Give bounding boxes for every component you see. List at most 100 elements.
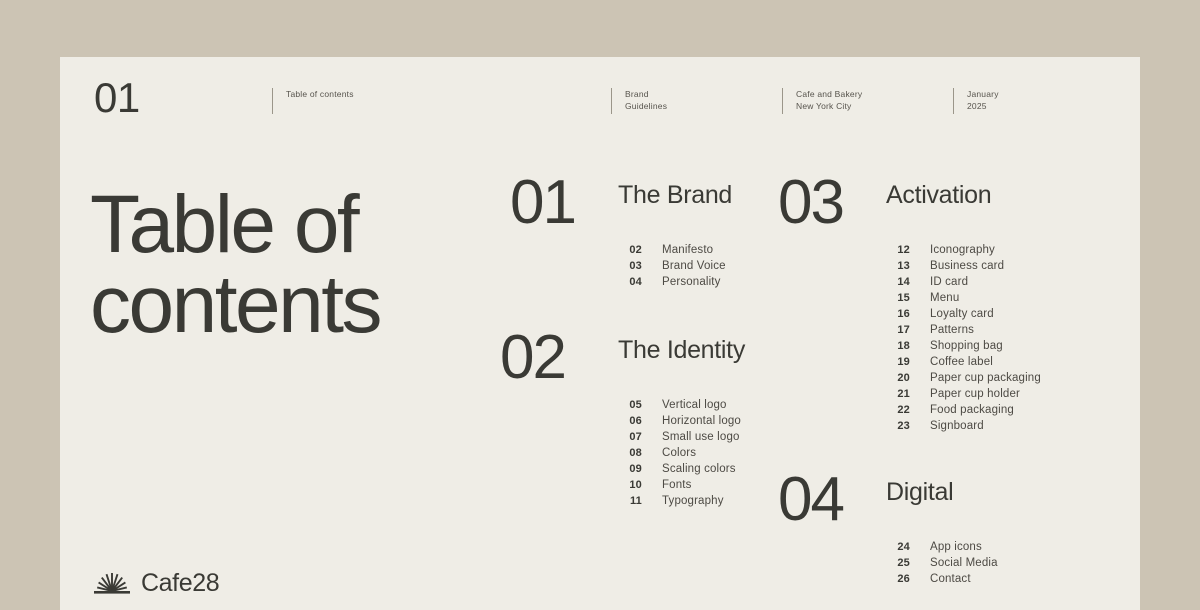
list-item-label: Small use logo [662,430,740,443]
section-number: 03 [778,168,845,237]
list-item[interactable]: 18 Shopping bag [886,338,1041,354]
section-header: 04 Digital [778,469,998,531]
list-item-number: 05 [629,398,642,411]
header-meta-client: Cafe and Bakery New York City [782,88,862,114]
slide-page: 01 Table of contents Brand Guidelines Ca… [60,57,1140,610]
list-item-label: Horizontal logo [662,414,741,427]
list-item-label: Brand Voice [662,259,726,272]
list-item-number: 16 [897,307,910,320]
list-item-label: Fonts [662,478,692,491]
list-item-number: 10 [629,478,642,491]
header-section-label-text: Table of contents [286,89,354,99]
list-item[interactable]: 21 Paper cup holder [886,386,1041,402]
list-item-number: 15 [897,291,910,304]
list-item-number: 23 [897,419,910,432]
list-item[interactable]: 06 Horizontal logo [618,413,745,429]
list-item[interactable]: 16 Loyalty card [886,306,1041,322]
list-item[interactable]: 02 Manifesto [618,242,732,258]
list-item-label: App icons [930,540,982,553]
sunburst-icon [92,570,132,596]
list-item-label: Contact [930,572,971,585]
section-number: 02 [500,323,567,392]
list-item-number: 20 [897,371,910,384]
list-item-number: 06 [629,414,642,427]
section-the-brand: 01 The Brand 02 Manifesto 03 Brand Voice… [510,168,733,290]
list-item-number: 07 [629,430,642,443]
list-item-number: 19 [897,355,910,368]
list-item-label: Business card [930,259,1005,272]
section-title: The Identity [618,336,746,364]
list-item[interactable]: 03 Brand Voice [618,258,732,274]
list-item-label: Paper cup packaging [930,371,1041,384]
header-meta-document-line2: Guidelines [625,101,668,111]
section-title: The Brand [618,181,733,209]
list-item-number: 22 [897,403,910,416]
list-item-label: Iconography [930,243,995,256]
list-item-label: Paper cup holder [930,387,1020,400]
section-digital: 04 Digital 24 App icons 25 Social Media … [778,469,998,587]
list-item-number: 09 [629,462,642,475]
list-item-number: 02 [629,243,642,256]
list-item[interactable]: 07 Small use logo [618,429,745,445]
list-item[interactable]: 11 Typography [618,493,745,509]
list-item[interactable]: 15 Menu [886,290,1041,306]
list-item-number: 03 [629,259,642,272]
section-activation: 03 Activation 12 Iconography 13 Business… [778,168,1041,434]
list-item-label: Manifesto [662,243,714,256]
section-number: 01 [510,168,577,237]
list-item[interactable]: 08 Colors [618,445,745,461]
list-item-number: 13 [897,259,910,272]
list-item-number: 17 [897,323,910,336]
list-item-number: 04 [629,275,642,288]
list-item[interactable]: 12 Iconography [886,242,1041,258]
list-item[interactable]: 26 Contact [886,571,998,587]
list-item-label: Social Media [930,556,998,569]
list-item[interactable]: 13 Business card [886,258,1041,274]
list-item[interactable]: 10 Fonts [618,477,745,493]
list-item[interactable]: 04 Personality [618,274,732,290]
header-meta-client-line2: New York City [796,101,852,111]
header-section-label: Table of contents [272,88,354,114]
list-item-number: 11 [629,494,642,507]
page-number: 01 [94,74,140,121]
list-item-number: 24 [897,540,910,553]
section-the-identity: 02 The Identity 05 Vertical logo 06 Hori… [500,323,746,509]
section-header: 03 Activation [778,168,1041,237]
list-item[interactable]: 17 Patterns [886,322,1041,338]
header-meta-document: Brand Guidelines [611,88,667,114]
header-meta-client-line1: Cafe and Bakery [796,89,863,99]
list-item[interactable]: 24 App icons [886,539,998,555]
list-item[interactable]: 09 Scaling colors [618,461,745,477]
list-item[interactable]: 05 Vertical logo [618,397,745,413]
header-meta-date-line2: 2025 [967,101,987,111]
section-title: Digital [886,478,954,506]
list-item-label: Menu [930,291,960,304]
list-item-number: 21 [897,387,910,400]
list-item[interactable]: 25 Social Media [886,555,998,571]
brand-name: Cafe28 [141,568,220,597]
list-item[interactable]: 22 Food packaging [886,402,1041,418]
brand-logo: Cafe28 [92,568,220,597]
header-meta-date-line1: January [967,89,999,99]
list-item-label: ID card [930,275,969,288]
list-item[interactable]: 23 Signboard [886,418,1041,434]
list-item-label: Colors [662,446,697,459]
section-item-list: 12 Iconography 13 Business card 14 ID ca… [778,242,1041,434]
list-item-label: Shopping bag [930,339,1003,352]
section-item-list: 24 App icons 25 Social Media 26 Contact [778,539,998,587]
list-item-number: 08 [629,446,642,459]
list-item-label: Food packaging [930,403,1014,416]
list-item[interactable]: 19 Coffee label [886,354,1041,370]
list-item-number: 18 [897,339,910,352]
list-item-label: Loyalty card [930,307,994,320]
list-item[interactable]: 14 ID card [886,274,1041,290]
section-header: 02 The Identity [500,323,746,392]
page-title: Table of contents [90,179,382,350]
section-item-list: 02 Manifesto 03 Brand Voice 04 Personali… [510,242,732,290]
list-item-label: Coffee label [930,355,993,368]
list-item-number: 12 [897,243,910,256]
section-header: 01 The Brand [510,168,733,237]
list-item[interactable]: 20 Paper cup packaging [886,370,1041,386]
header-meta-date: January 2025 [953,88,999,114]
list-item-label: Scaling colors [662,462,736,475]
